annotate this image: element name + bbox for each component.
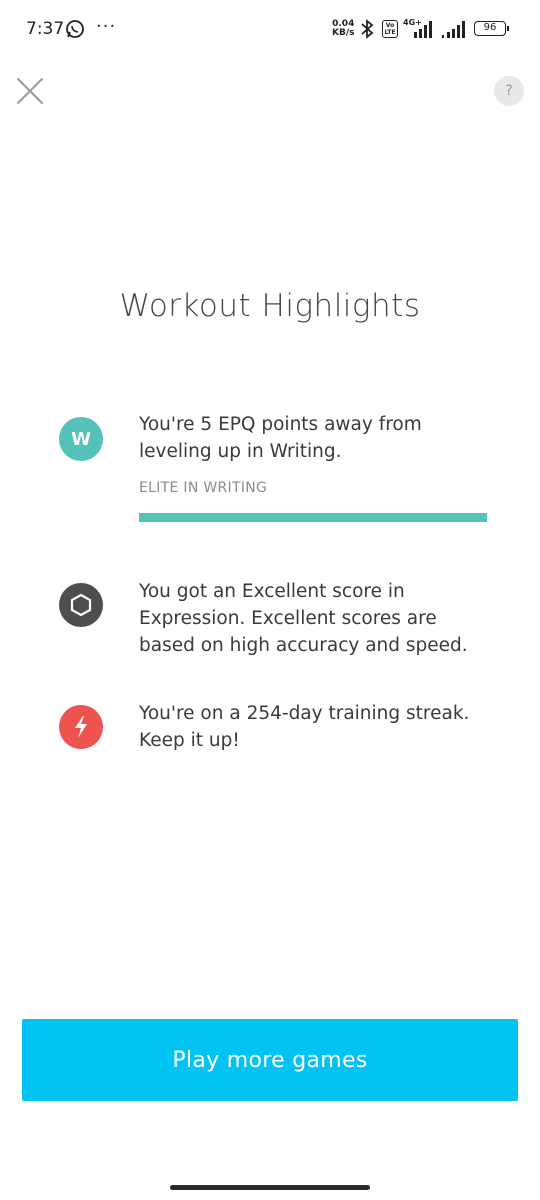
home-indicator[interactable] — [170, 1185, 370, 1190]
more-notifications-icon: ··· — [96, 16, 117, 37]
level-label: ELITE IN WRITING — [139, 480, 268, 496]
volte-badge: Vo LTE — [382, 20, 398, 38]
close-icon[interactable] — [15, 76, 45, 106]
network-speed: 0.04 KB/s — [332, 20, 354, 38]
help-button[interactable]: ? — [494, 76, 524, 106]
highlight-line: You're 5 EPQ points away from — [139, 414, 422, 435]
whatsapp-icon — [66, 20, 84, 38]
bolt-shape — [75, 716, 87, 738]
highlight-line: Expression. Excellent scores are — [139, 608, 437, 629]
lightning-bolt-icon — [59, 705, 103, 749]
highlight-text-level-up: You're 5 EPQ points away from leveling u… — [139, 411, 499, 465]
level-progress-fill — [139, 513, 487, 522]
status-time: 7:37 — [26, 19, 65, 39]
level-progress-bar — [139, 513, 487, 522]
highlight-line: Keep it up! — [139, 730, 240, 751]
highlight-line: You're on a 254-day training streak. — [139, 703, 470, 724]
status-bar: 7:37 ··· 0.04 KB/s Vo LTE 4G+ 96 — [0, 0, 540, 60]
hexagon-shape — [70, 593, 92, 617]
highlight-line: leveling up in Writing. — [139, 441, 342, 462]
highlight-line: You got an Excellent score in — [139, 581, 405, 602]
writing-badge-icon: W — [59, 417, 103, 461]
highlight-line: based on high accuracy and speed. — [139, 635, 468, 656]
writing-badge-letter: W — [71, 428, 91, 450]
volte-line1: Vo — [385, 22, 395, 29]
signal-strength-icon — [414, 21, 432, 38]
hexagon-icon — [59, 583, 103, 627]
signal-strength-icon — [442, 21, 465, 38]
battery-icon: 96 — [474, 21, 509, 36]
volte-line2: LTE — [384, 29, 396, 36]
page-title: Workout Highlights — [119, 288, 421, 324]
bluetooth-icon — [361, 19, 374, 39]
highlight-text-streak: You're on a 254-day training streak. Kee… — [139, 700, 499, 754]
highlight-text-excellent-score: You got an Excellent score in Expression… — [139, 578, 499, 659]
network-speed-unit: KB/s — [332, 28, 355, 38]
play-more-games-button[interactable]: Play more games — [22, 1019, 518, 1101]
